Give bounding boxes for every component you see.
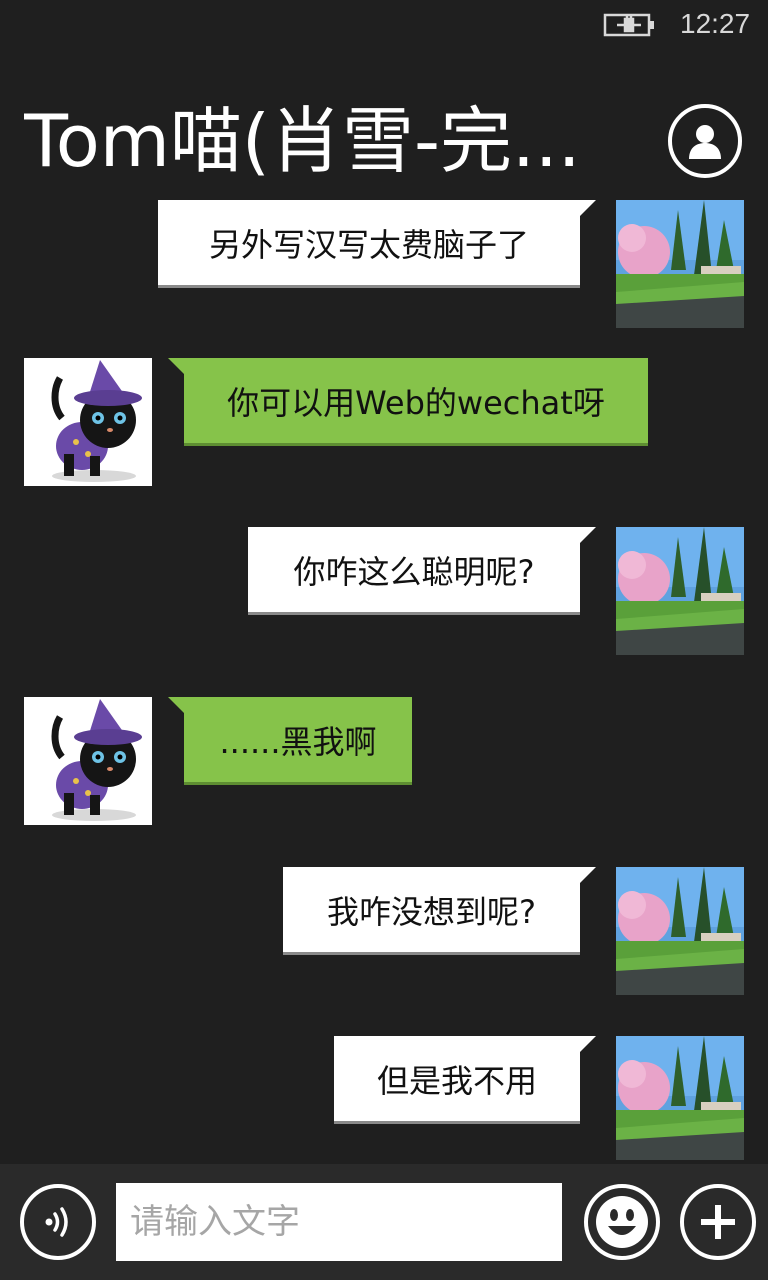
message-bubble-outgoing[interactable]: 你咋这么聪明呢? <box>248 527 580 615</box>
person-icon <box>689 125 721 159</box>
message-text: 但是我不用 <box>376 1061 537 1100</box>
profile-button[interactable] <box>668 104 742 178</box>
plus-icon <box>701 1205 735 1239</box>
emoji-button[interactable] <box>584 1184 660 1260</box>
landscape-avatar[interactable] <box>616 1036 744 1160</box>
black-cat-avatar[interactable] <box>24 697 152 825</box>
message-bubble-incoming[interactable]: 你可以用Web的wechat呀 <box>184 358 648 446</box>
message-bubble-incoming[interactable]: ......黑我啊 <box>184 697 412 785</box>
battery-charging-icon <box>603 13 654 37</box>
bubble-tail <box>580 1036 596 1052</box>
message-text: 你咋这么聪明呢? <box>293 552 535 591</box>
message-text: 你可以用Web的wechat呀 <box>227 383 605 422</box>
message-bubble-outgoing[interactable]: 我咋没想到呢? <box>283 867 580 955</box>
message-list[interactable]: 另外写汉写太费脑子了 你可以用Web的wechat呀 你咋这么聪明呢? ....… <box>0 190 768 1160</box>
message-bubble-outgoing[interactable]: 另外写汉写太费脑子了 <box>158 200 580 288</box>
smiley-icon <box>596 1196 648 1248</box>
landscape-avatar[interactable] <box>616 867 744 995</box>
bubble-tail <box>580 867 596 883</box>
bubble-tail <box>168 358 184 374</box>
clock: 12:27 <box>680 8 751 39</box>
input-bar <box>0 1164 768 1280</box>
message-input[interactable] <box>116 1183 562 1261</box>
message-text: 我咋没想到呢? <box>327 892 536 931</box>
message-text: ......黑我啊 <box>219 722 377 761</box>
bubble-tail <box>168 697 184 713</box>
chat-title: Tom喵(肖雪-完... <box>24 99 581 183</box>
message-text: 另外写汉写太费脑子了 <box>208 225 529 264</box>
landscape-avatar[interactable] <box>616 200 744 328</box>
landscape-avatar[interactable] <box>616 527 744 655</box>
bubble-tail <box>580 200 596 216</box>
message-bubble-outgoing[interactable]: 但是我不用 <box>334 1036 580 1124</box>
add-button[interactable] <box>680 1184 756 1260</box>
black-cat-avatar[interactable] <box>24 358 152 486</box>
status-bar: 12:27 <box>0 0 768 48</box>
bubble-tail <box>580 527 596 543</box>
voice-icon <box>45 1207 68 1237</box>
voice-button[interactable] <box>20 1184 96 1260</box>
